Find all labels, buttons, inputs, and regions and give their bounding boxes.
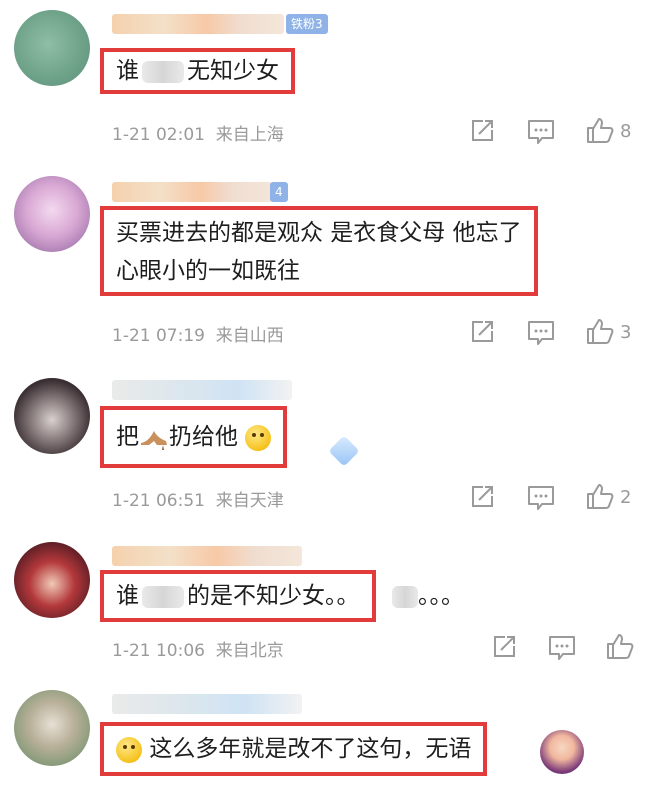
comment-text: 谁 <box>116 583 139 609</box>
comment-meta: 1-21 06:51 来自天津 <box>112 486 284 511</box>
laughing-emoji-icon <box>245 424 272 451</box>
share-icon[interactable] <box>468 318 496 346</box>
like-count: 3 <box>620 322 632 343</box>
thumbs-up-icon[interactable] <box>585 316 615 346</box>
share-icon[interactable] <box>490 633 518 661</box>
comment-icon[interactable] <box>526 319 556 347</box>
comment-text: 把 <box>116 424 139 450</box>
high-heel-icon <box>141 430 167 450</box>
comment-item-1: 铁粉3 谁 无知少女 1-21 02:01 来自上海 8 <box>0 0 647 160</box>
timestamp: 1-21 10:06 <box>112 641 205 661</box>
location: 来自山西 <box>215 326 284 346</box>
comment-text: 扔给他 <box>169 424 238 450</box>
comment-text-line: 买票进去的都是观众 是衣食父母 他忘了 <box>116 220 522 246</box>
blurred-text <box>142 60 184 83</box>
like-count: 2 <box>620 487 632 508</box>
blurred-text <box>392 585 418 608</box>
share-icon[interactable] <box>468 117 496 145</box>
comment-text-highlight: 这么多年就是改不了这句，无语 <box>100 722 488 776</box>
comment-icon[interactable] <box>526 118 556 146</box>
comment-text-highlight: 谁 的是不知少女。。 <box>100 570 376 622</box>
timestamp: 1-21 07:19 <box>112 326 205 346</box>
location: 来自北京 <box>215 641 284 661</box>
avatar[interactable] <box>14 378 90 454</box>
comment-text-highlight: 把 扔给他 <box>100 406 288 468</box>
comment-item-4: 谁 的是不知少女。。 。。。 1-21 10:06 来自北京 <box>0 530 647 680</box>
avatar[interactable] <box>14 542 90 618</box>
comment-text: 的是不知少女。。 <box>187 583 360 609</box>
timestamp: 1-21 06:51 <box>112 491 205 511</box>
comment-text: 。。。 <box>418 583 464 609</box>
comment-item-5: 这么多年就是改不了这句，无语 <box>0 680 647 791</box>
location: 来自天津 <box>215 491 284 511</box>
like-count: 8 <box>620 121 632 142</box>
comment-meta: 1-21 02:01 来自上海 <box>112 120 284 145</box>
fan-badge: 铁粉3 <box>286 14 328 34</box>
comment-item-3: 把 扔给他 1-21 06:51 来自天津 2 <box>0 360 647 530</box>
fan-badge: 4 <box>270 182 288 202</box>
comment-text: 无知少女 <box>187 58 279 84</box>
comment-text-line: 心眼小的一如既往 <box>116 258 300 284</box>
thumbs-up-icon[interactable] <box>585 115 615 145</box>
share-icon[interactable] <box>468 483 496 511</box>
smiling-emoji-icon <box>116 736 142 763</box>
username-blurred[interactable] <box>112 546 302 566</box>
comment-meta: 1-21 07:19 来自山西 <box>112 321 284 346</box>
avatar[interactable] <box>14 690 90 766</box>
avatar[interactable] <box>14 10 90 86</box>
sparkle-icon <box>328 435 360 467</box>
username-blurred[interactable] <box>112 182 272 202</box>
location: 来自上海 <box>215 125 284 145</box>
sticker-icon <box>540 730 584 774</box>
comment-item-2: 4 买票进去的都是观众 是衣食父母 他忘了 心眼小的一如既往 1-21 07:1… <box>0 160 647 360</box>
username-blurred[interactable] <box>112 14 284 34</box>
avatar[interactable] <box>14 176 90 252</box>
comment-icon[interactable] <box>526 484 556 512</box>
comment-text: 这么多年就是改不了这句，无语 <box>149 736 472 762</box>
thumbs-up-icon[interactable] <box>605 631 635 661</box>
username-blurred[interactable] <box>112 380 292 400</box>
blurred-text <box>142 585 184 608</box>
username-blurred[interactable] <box>112 694 302 714</box>
comment-text-highlight: 谁 无知少女 <box>100 48 295 94</box>
comment-text: 谁 <box>116 58 139 84</box>
comment-meta: 1-21 10:06 来自北京 <box>112 636 284 661</box>
trailing-text: 。。。 <box>392 576 464 610</box>
comment-text-highlight: 买票进去的都是观众 是衣食父母 他忘了 心眼小的一如既往 <box>100 206 538 296</box>
comment-icon[interactable] <box>547 634 577 662</box>
timestamp: 1-21 02:01 <box>112 125 205 145</box>
thumbs-up-icon[interactable] <box>585 481 615 511</box>
